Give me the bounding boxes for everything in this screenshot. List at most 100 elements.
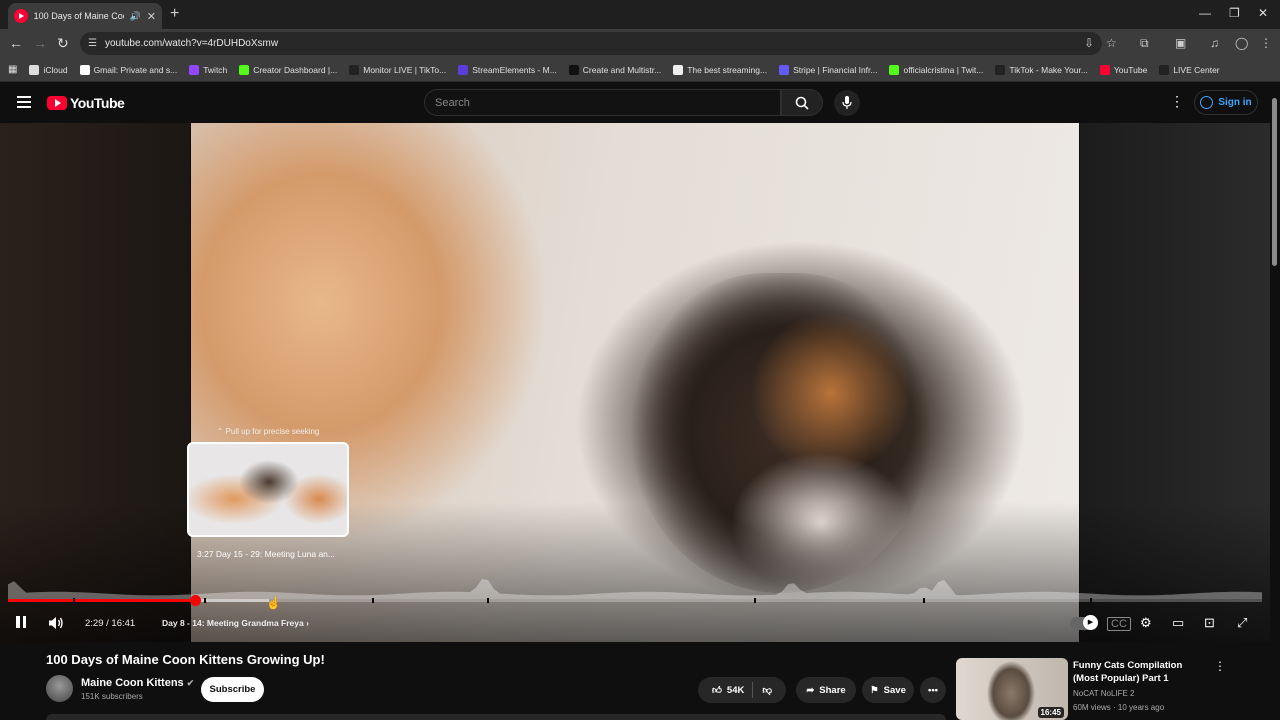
bookmark-label: Monitor LIVE | TikTo... [363,64,447,75]
bookmark-label: Gmail: Private and s... [93,64,178,75]
address-bar[interactable]: ☰ youtube.com/watch?v=4rDUHDoXsmw [80,32,1102,55]
extensions-icon[interactable]: ⧉ [1140,36,1149,51]
search-icon [795,96,809,110]
channel-name-link[interactable]: Maine Coon Kittens ✔ [81,677,194,689]
voice-search-button[interactable] [834,90,860,116]
search-button[interactable] [781,89,823,116]
bookmark-item[interactable]: StreamElements - M... [458,64,557,75]
browser-tab-strip: 100 Days of Maine Coon Ki 🔊 ✕ + — ❐ ✕ [0,0,1280,29]
pause-icon[interactable] [16,616,26,628]
bookmark-item[interactable]: The best streaming... [673,64,767,75]
seek-preview-label: 3:27 Day 15 - 29: Meeting Luna an... [197,549,335,559]
autoplay-toggle[interactable] [1070,615,1098,630]
settings-gear-icon[interactable]: ⚙ [1140,615,1152,631]
bookmark-item[interactable]: Stripe | Financial Infr... [779,64,878,75]
minimize-window-button[interactable]: — [1199,6,1211,20]
bookmark-favicon-icon [458,64,469,75]
scrollbar-thumb[interactable] [1272,98,1277,266]
sign-in-button[interactable]: Sign in [1194,90,1258,115]
bookmark-label: LIVE Center [1173,64,1220,75]
bookmark-favicon-icon [1099,64,1110,75]
bookmark-item[interactable]: officialcristina | Twit... [889,64,984,75]
bookmark-label: Stripe | Financial Infr... [793,64,878,75]
progress-bar[interactable] [8,595,1262,606]
bookmark-item[interactable]: Twitch [189,64,227,75]
player-controls: 2:29 / 16:41 Day 8 - 14: Meeting Grandma… [0,609,1270,639]
bookmark-item[interactable]: Creator Dashboard |... [239,64,337,75]
channel-avatar[interactable] [46,675,73,702]
settings-kebab-icon[interactable]: ⋮ [1170,93,1184,110]
youtube-favicon-icon [14,9,28,23]
close-tab-icon[interactable]: ✕ [147,10,156,23]
chevron-up-icon: ⌃ [216,427,226,436]
share-arrow-icon: ➦ [806,684,815,696]
save-button[interactable]: ⚑ Save [862,677,914,703]
reload-icon[interactable]: ↻ [57,35,69,52]
thumbs-up-icon: 👍︎ [711,685,722,696]
share-label: Share [819,684,846,696]
bookmark-item[interactable]: YouTube [1099,64,1148,75]
site-info-icon[interactable]: ☰ [88,38,97,49]
bookmark-item[interactable]: LIVE Center [1159,64,1220,75]
bookmark-label: TikTok - Make Your... [1009,64,1088,75]
like-count: 54K [726,684,745,696]
like-button[interactable]: 👍︎ 54K [711,682,754,698]
bookmark-item[interactable]: Monitor LIVE | TikTo... [349,64,447,75]
bookmark-item[interactable]: TikTok - Make Your... [995,64,1088,75]
fullscreen-icon[interactable]: ⤢ [1237,615,1247,631]
share-button[interactable]: ➦ Share [796,677,856,703]
hand-cursor-icon: ☝ [266,596,281,610]
install-app-icon[interactable]: ⇩ [1084,36,1094,50]
bookmark-favicon-icon [349,64,360,75]
apps-grid-icon[interactable]: ▦ [8,64,17,75]
recommended-channel[interactable]: NoCAT NoLIFE 2 [1073,689,1135,698]
page-scrollbar[interactable] [1271,86,1277,720]
search-input[interactable]: Search [424,89,781,116]
youtube-logo-text: YouTube [70,95,125,111]
profile-icon[interactable]: ◯ [1235,36,1248,50]
cast-icon[interactable]: ⊡ [1204,615,1215,631]
youtube-logo[interactable]: YouTube [47,95,125,111]
youtube-masthead: YouTube Search ⋮ Sign in [0,83,1280,123]
more-actions-button[interactable]: ••• [920,677,946,703]
recommended-video-thumbnail[interactable]: 16:45 [956,658,1068,720]
youtube-play-logo-icon [47,96,67,110]
chapter-marker [487,598,490,603]
bookmark-star-icon[interactable]: ☆ [1106,36,1117,50]
bookmark-item[interactable]: Create and Multistr... [568,64,662,75]
side-panel-icon[interactable]: ▣ [1175,36,1186,50]
video-player[interactable]: ⌃ Pull up for precise seeking 3:27 Day 1… [0,123,1270,642]
recommended-duration: 16:45 [1037,707,1064,718]
chevron-right-icon: › [303,618,309,628]
volume-icon[interactable] [48,616,64,630]
subtitles-icon[interactable]: CC [1107,617,1131,631]
hamburger-menu-icon[interactable] [17,96,31,108]
restore-window-button[interactable]: ❐ [1229,6,1240,20]
description-box[interactable] [46,714,946,720]
sign-in-label: Sign in [1218,97,1252,108]
miniplayer-icon[interactable]: ▭ [1172,615,1184,631]
chapter-title-button[interactable]: Day 8 - 14: Meeting Grandma Freya › [162,618,309,628]
bookmark-label: officialcristina | Twit... [903,64,984,75]
new-tab-button[interactable]: + [170,5,179,23]
bookmark-label: Create and Multistr... [582,64,662,75]
forward-arrow-icon[interactable]: → [33,35,47,51]
subscribe-button[interactable]: Subscribe [201,677,264,702]
bookmark-icon: ⚑ [870,684,879,696]
browser-menu-icon[interactable]: ⋮ [1260,36,1272,50]
channel-name: Maine Coon Kittens [81,677,184,689]
speaker-icon[interactable]: 🔊 [130,11,141,22]
bookmark-item[interactable]: Gmail: Private and s... [79,64,178,75]
browser-tab-active[interactable]: 100 Days of Maine Coon Ki 🔊 ✕ [8,3,162,29]
chapter-title: Day 8 - 14: Meeting Grandma Freya [162,618,304,628]
scrubber-handle[interactable] [189,595,201,606]
recommended-menu-icon[interactable]: ⋮ [1214,659,1226,673]
recommended-video-title[interactable]: Funny Cats Compilation (Most Popular) Pa… [1073,659,1209,685]
bookmark-item[interactable]: iCloud [29,64,68,75]
bookmark-label: YouTube [1113,64,1148,75]
dislike-button[interactable]: 👎︎ [758,684,772,696]
bookmarks-bar: ▦ iCloud Gmail: Private and s... Twitch Cre… [0,58,1280,82]
media-controls-icon[interactable]: ♫ [1210,36,1219,50]
close-window-button[interactable]: ✕ [1258,6,1268,20]
back-arrow-icon[interactable]: ← [9,35,23,51]
